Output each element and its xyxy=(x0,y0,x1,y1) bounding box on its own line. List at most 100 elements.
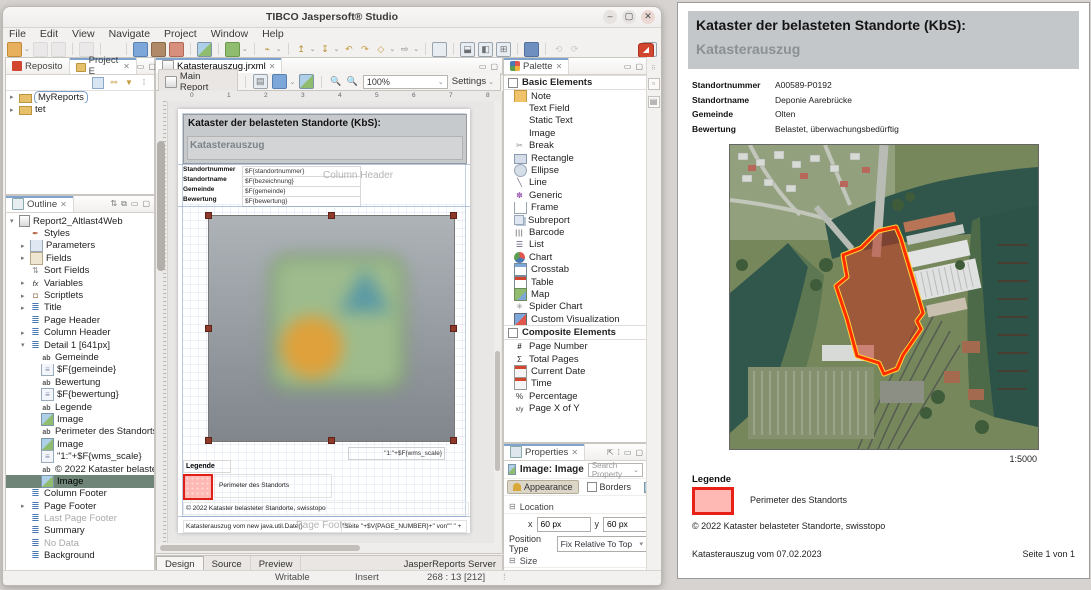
palette-item[interactable]: Map xyxy=(504,288,647,300)
link-editor-icon[interactable]: ⚯ xyxy=(109,78,119,88)
forward-history-icon[interactable]: ⟳ xyxy=(568,43,581,56)
layout-vertical-icon[interactable]: ◧ xyxy=(478,42,493,57)
outline-tree-item[interactable]: Column Footer xyxy=(6,488,154,500)
new-window-icon[interactable] xyxy=(432,42,447,57)
forward-icon[interactable]: ⇨ xyxy=(398,43,411,56)
palette-item[interactable]: Barcode xyxy=(504,226,647,238)
resize-handle[interactable] xyxy=(450,325,457,332)
close-tab-icon[interactable]: ✕ xyxy=(123,62,130,71)
design-perimeter-swatch[interactable] xyxy=(183,474,213,500)
outline-tree-item[interactable]: $F{gemeinde} xyxy=(6,364,154,376)
palette-item[interactable]: Current Date xyxy=(504,365,647,377)
resize-handle[interactable] xyxy=(328,212,335,219)
size-section-header[interactable]: ⊟ Size xyxy=(504,554,647,568)
design-subtitle-text[interactable]: Katasterauszug xyxy=(188,137,462,151)
outline-tree-item[interactable]: Gemeinde xyxy=(6,351,154,363)
resize-handle[interactable] xyxy=(205,437,212,444)
menu-item[interactable]: Window xyxy=(211,28,248,40)
last-edit-icon[interactable]: ◇ xyxy=(374,43,387,56)
palette-item[interactable]: Total Pages xyxy=(504,353,647,365)
canvas-vertical-scrollbar[interactable] xyxy=(494,101,501,543)
outline-tree-item[interactable]: Image xyxy=(6,475,154,487)
palette-item[interactable]: Ellipse xyxy=(504,164,647,176)
outline-tree-item[interactable]: ▸ Scriptlets xyxy=(6,289,154,301)
new-report-icon[interactable] xyxy=(7,42,22,57)
outline-tree-item[interactable]: Bewertung xyxy=(6,376,154,388)
back-history-icon[interactable]: ⟲ xyxy=(552,43,565,56)
outline-tree-item[interactable]: © 2022 Kataster belasteter Sta xyxy=(6,463,154,475)
filter-icon[interactable]: ▼ xyxy=(124,78,134,88)
zoom-in-icon[interactable]: 🔍 xyxy=(329,75,342,88)
outline-tree-item[interactable]: Styles xyxy=(6,227,154,239)
design-title-text[interactable]: Kataster der belasteten Standorte (KbS): xyxy=(188,118,381,129)
wizard-icon[interactable]: ⌁ xyxy=(261,43,274,56)
vertical-scrollbar-thumb[interactable] xyxy=(157,141,165,271)
design-legende-label[interactable]: Legende xyxy=(183,460,231,473)
maximize-panel-icon[interactable]: ▢ xyxy=(490,62,498,71)
close-tab-icon[interactable]: ✕ xyxy=(556,62,563,71)
design-field-row[interactable]: Gemeinde$F{gemeinde} xyxy=(183,186,361,196)
design-footer-right-textfield[interactable]: "Seite "+$V{PAGE_NUMBER}+" von"" " + xyxy=(341,520,467,533)
outline-tree-item[interactable]: "1:"+$F{wms_scale} xyxy=(6,450,154,462)
zoom-level-combo[interactable]: 100% ⌄ xyxy=(363,75,448,89)
save-all-icon[interactable] xyxy=(51,42,66,57)
outline-tree-item[interactable]: Image xyxy=(6,438,154,450)
menu-item[interactable]: View xyxy=(72,28,95,40)
export-icon[interactable] xyxy=(169,42,184,57)
close-tab-icon[interactable]: ✕ xyxy=(60,200,67,209)
y-position-input[interactable] xyxy=(603,517,648,532)
palette-item[interactable]: Note xyxy=(504,90,647,102)
outline-tree-item[interactable]: ▾ Detail 1 [641px] xyxy=(6,339,154,351)
resize-handle[interactable] xyxy=(450,437,457,444)
design-perimeter-label[interactable]: Perimeter des Standorts xyxy=(214,474,332,498)
data-adapter-icon[interactable] xyxy=(225,42,240,57)
design-copyright-label[interactable]: © 2022 Kataster belasteter Standorte, sw… xyxy=(183,502,469,515)
outline-tree-item[interactable]: Summary xyxy=(6,525,154,537)
publish-icon[interactable] xyxy=(133,42,148,57)
outline-tree-item[interactable]: Page Header xyxy=(6,314,154,326)
outline-tree-item[interactable]: ▸ Column Header xyxy=(6,327,154,339)
palette-section-basic[interactable]: Basic Elements xyxy=(504,75,647,90)
report-book-icon[interactable] xyxy=(524,42,539,57)
design-canvas[interactable]: Kataster der belasteten Standorte (KbS):… xyxy=(155,101,503,544)
outline-tree-item[interactable]: Last Page Footer xyxy=(6,512,154,524)
minimize-button[interactable]: – xyxy=(603,10,617,24)
import-icon[interactable] xyxy=(151,42,166,57)
palette-item[interactable]: Static Text xyxy=(504,115,647,127)
design-scale-textfield[interactable]: "1:"+$F{wms_scale} xyxy=(348,447,445,460)
palette-item[interactable]: Spider Chart xyxy=(504,301,647,313)
maximize-panel-icon[interactable]: ▢ xyxy=(635,448,643,457)
collapse-section-icon[interactable]: ⊟ xyxy=(509,556,516,565)
minimized-report-icon[interactable]: ▤ xyxy=(648,96,660,108)
menu-item[interactable]: Project xyxy=(164,28,197,40)
outline-tree-item[interactable]: ▸ Page Footer xyxy=(6,500,154,512)
palette-item[interactable]: Break xyxy=(504,140,647,152)
palette-item[interactable]: Chart xyxy=(504,251,647,263)
palette-item[interactable]: Crosstab xyxy=(504,263,647,275)
design-title-band[interactable]: Kataster der belasteten Standorte (KbS):… xyxy=(183,114,467,164)
outline-tree-item[interactable]: ▸ Title xyxy=(6,302,154,314)
pin-icon[interactable]: ⇱ xyxy=(607,448,614,457)
undo-icon[interactable]: ↶ xyxy=(342,43,355,56)
palette-section-composite[interactable]: Composite Elements xyxy=(504,325,647,340)
outline-tree-item[interactable]: No Data xyxy=(6,537,154,549)
palette-item[interactable]: Frame xyxy=(504,202,647,214)
palette-item[interactable]: Subreport xyxy=(504,214,647,226)
location-section-header[interactable]: ⊟ Location xyxy=(504,500,647,514)
palette-item[interactable]: Text Field xyxy=(504,102,647,114)
resize-handle[interactable] xyxy=(450,212,457,219)
outline-tree-item[interactable]: ▸ Fields xyxy=(6,252,154,264)
sort-icon[interactable]: ⇅ xyxy=(110,199,117,209)
palette-item[interactable]: Percentage xyxy=(504,390,647,402)
outline-tree-item[interactable]: Perimeter des Standorts xyxy=(6,426,154,438)
outline-tree-item[interactable]: Legende xyxy=(6,401,154,413)
layout-grid-icon[interactable]: ⊞ xyxy=(496,42,511,57)
palette-item[interactable]: Page X of Y xyxy=(504,402,647,414)
minimize-panel-icon[interactable]: ▭ xyxy=(624,62,632,71)
design-map-image-selected[interactable] xyxy=(208,215,455,442)
tab-palette[interactable]: Palette ✕ xyxy=(504,58,569,74)
minimize-panel-icon[interactable]: ▭ xyxy=(479,62,487,71)
tab-properties[interactable]: Properties ✕ xyxy=(504,444,585,460)
palette-item[interactable]: Line xyxy=(504,177,647,189)
maximize-button[interactable]: ▢ xyxy=(622,10,636,24)
